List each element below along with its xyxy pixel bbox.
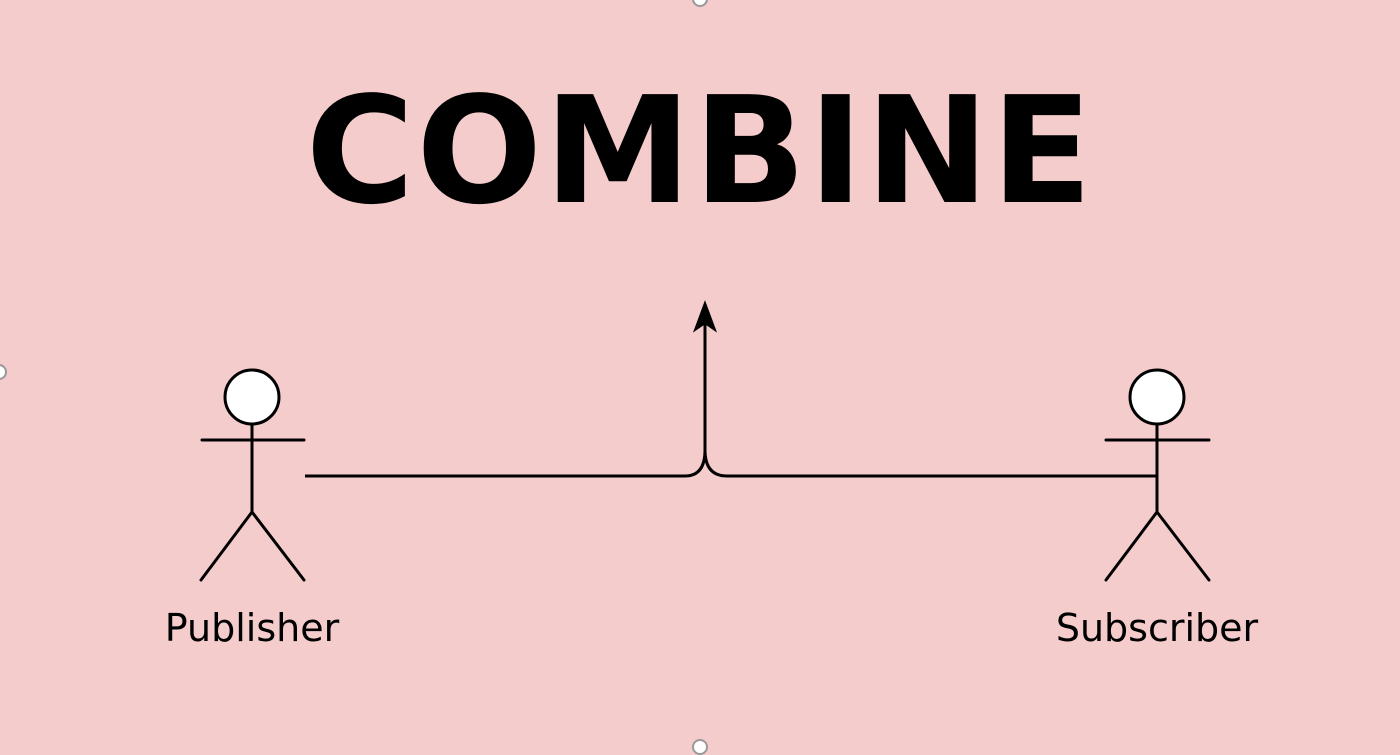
publisher-right-leg bbox=[250, 510, 306, 582]
subscriber-head bbox=[1128, 368, 1186, 426]
subscriber-right-leg bbox=[1155, 510, 1211, 582]
subscriber-label: Subscriber bbox=[1055, 606, 1259, 650]
publisher-actor[interactable] bbox=[199, 368, 306, 582]
diagram-title: COMBINE bbox=[305, 65, 1095, 237]
publisher-label: Publisher bbox=[164, 606, 340, 650]
publisher-left-leg bbox=[199, 510, 254, 582]
publisher-head bbox=[223, 368, 281, 426]
connection-edges bbox=[305, 322, 1157, 478]
resize-handle-bottom[interactable] bbox=[692, 739, 708, 755]
subscriber-left-leg bbox=[1104, 510, 1159, 582]
publisher-connection-line bbox=[305, 322, 707, 478]
subscriber-connection-line bbox=[703, 449, 1157, 478]
